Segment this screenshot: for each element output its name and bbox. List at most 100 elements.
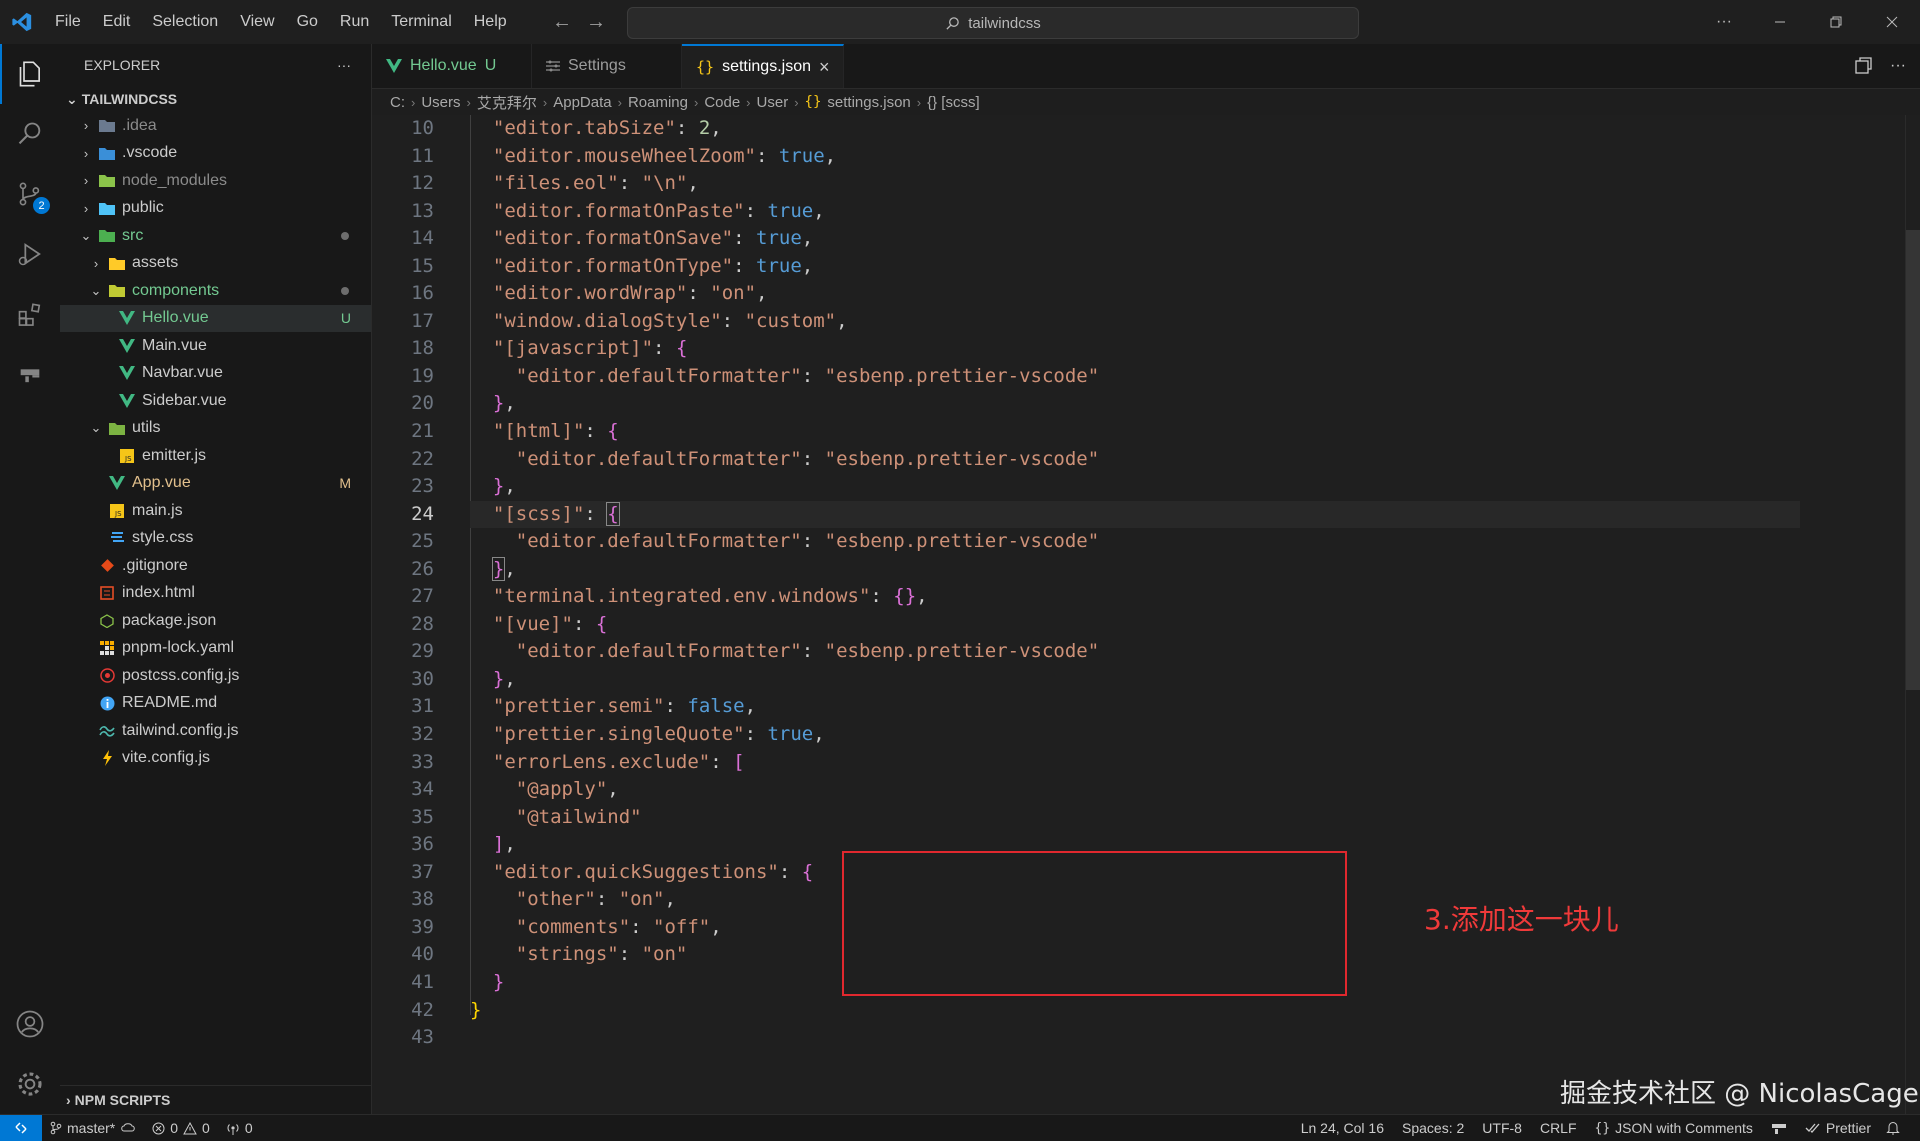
breadcrumb-item[interactable]: Code (704, 94, 740, 111)
tab-hello-vue[interactable]: Hello.vue U (372, 44, 532, 88)
encoding[interactable]: UTF-8 (1473, 1120, 1531, 1136)
forward-arrow-icon[interactable]: → (586, 11, 606, 34)
tree-item-assets[interactable]: › assets (60, 250, 371, 278)
tree-item-postcss-config[interactable]: postcss.config.js (60, 662, 371, 690)
tree-item-vscode[interactable]: › .vscode (60, 140, 371, 168)
source-control-icon[interactable]: 2 (0, 164, 60, 224)
code-line: }, (492, 475, 516, 498)
remote-explorer-icon[interactable] (0, 344, 60, 404)
menu-selection[interactable]: Selection (141, 0, 229, 44)
tree-item-label: assets (132, 254, 179, 272)
menu-file[interactable]: File (44, 0, 92, 44)
chevron-right-icon: › (746, 94, 751, 110)
tab-settings[interactable]: Settings (532, 44, 682, 88)
menu-run[interactable]: Run (329, 0, 380, 44)
prettier-status[interactable]: Prettier (1796, 1120, 1880, 1136)
back-arrow-icon[interactable]: ← (552, 11, 572, 34)
tree-item-app-vue[interactable]: App.vue M (60, 470, 371, 498)
close-tab-icon[interactable]: × (819, 57, 830, 78)
breadcrumb-item[interactable]: C: (390, 94, 405, 111)
tree-item-navbar-vue[interactable]: Navbar.vue (60, 360, 371, 388)
tree-item-gitignore[interactable]: .gitignore (60, 552, 371, 580)
extensions-icon[interactable] (0, 284, 60, 344)
menu-edit[interactable]: Edit (92, 0, 142, 44)
npm-scripts-section[interactable]: › NPM SCRIPTS (60, 1085, 377, 1114)
scrollbar-thumb[interactable] (1906, 230, 1920, 690)
tree-item-public[interactable]: › public (60, 195, 371, 223)
chevron-right-icon: › (66, 1092, 71, 1108)
open-changes-icon[interactable] (1854, 57, 1872, 75)
tree-item-label: Navbar.vue (142, 364, 223, 382)
breadcrumb-item[interactable]: {} [scss] (927, 94, 980, 111)
sync-icon[interactable] (120, 1122, 136, 1134)
tree-item-idea[interactable]: › .idea (60, 112, 371, 140)
tree-item-label: src (122, 226, 144, 244)
problems-indicator[interactable]: 0 0 (144, 1120, 218, 1136)
breadcrumb-item[interactable]: 艾克拜尔 (477, 92, 537, 113)
tree-item-sidebar-vue[interactable]: Sidebar.vue (60, 387, 371, 415)
tree-item-main-js[interactable]: JS main.js (60, 497, 371, 525)
tree-item-pnpm-lock[interactable]: pnpm-lock.yaml (60, 635, 371, 663)
more-tab-actions-icon[interactable]: ··· (1890, 57, 1906, 75)
chevron-right-icon: › (617, 94, 622, 110)
restore-icon[interactable] (1808, 0, 1864, 44)
more-actions-icon[interactable]: ··· (1696, 0, 1752, 44)
tree-item-components[interactable]: ⌄ components (60, 277, 371, 305)
menu-go[interactable]: Go (286, 0, 329, 44)
line-number: 21 (411, 420, 434, 443)
code-editor[interactable]: 10 11 12 13 14 15 16 17 18 19 20 21 22 2… (372, 115, 1920, 1114)
search-view-icon[interactable] (0, 104, 60, 164)
run-debug-icon[interactable] (0, 224, 60, 284)
ports-indicator[interactable]: 0 (218, 1120, 261, 1136)
npm-scripts-label: NPM SCRIPTS (74, 1092, 171, 1108)
breadcrumb-item[interactable]: Roaming (628, 94, 688, 111)
explorer-icon[interactable] (0, 44, 60, 104)
remote-indicator-icon[interactable] (0, 1115, 42, 1141)
menu-terminal[interactable]: Terminal (380, 0, 462, 44)
tree-item-package-json[interactable]: package.json (60, 607, 371, 635)
notifications-bell-icon[interactable] (1880, 1121, 1906, 1135)
breadcrumb-item[interactable]: User (757, 94, 789, 111)
breadcrumb-item[interactable]: AppData (553, 94, 611, 111)
code-line: "prettier.singleQuote": true, (492, 723, 825, 746)
tree-item-hello-vue[interactable]: Hello.vue U (60, 304, 371, 332)
line-number: 37 (411, 860, 434, 883)
line-number: 12 (411, 172, 434, 195)
tree-item-node-modules[interactable]: › node_modules (60, 167, 371, 195)
chevron-right-icon: › (693, 94, 699, 110)
vite-file-icon (98, 750, 116, 767)
tree-item-main-vue[interactable]: Main.vue (60, 332, 371, 360)
git-file-icon (98, 558, 116, 574)
minimize-icon[interactable] (1752, 0, 1808, 44)
vertical-scrollbar[interactable] (1905, 115, 1920, 1114)
command-center-search[interactable]: tailwindcss (627, 7, 1359, 39)
explorer-more-icon[interactable]: ··· (337, 57, 351, 73)
tree-item-tailwind-config[interactable]: tailwind.config.js (60, 717, 371, 745)
git-branch[interactable]: master* (42, 1120, 144, 1136)
close-window-icon[interactable] (1864, 0, 1920, 44)
tree-item-label: Sidebar.vue (142, 391, 227, 409)
menu-help[interactable]: Help (463, 0, 518, 44)
menu-view[interactable]: View (229, 0, 285, 44)
tree-item-emitter-js[interactable]: JS emitter.js (60, 442, 371, 470)
accounts-icon[interactable] (0, 994, 60, 1054)
language-mode[interactable]: {} JSON with Comments (1586, 1120, 1762, 1136)
tree-item-utils[interactable]: ⌄ utils (60, 415, 371, 443)
tree-item-style-css[interactable]: style.css (60, 525, 371, 553)
tree-item-src[interactable]: ⌄ src (60, 222, 371, 250)
tree-item-readme[interactable]: README.md (60, 690, 371, 718)
breadcrumb-item[interactable]: Users (421, 94, 460, 111)
activity-bar: 2 (0, 44, 61, 1114)
feedback-icon[interactable] (1762, 1122, 1796, 1134)
indentation[interactable]: Spaces: 2 (1393, 1120, 1473, 1136)
tree-item-label: .gitignore (122, 556, 188, 574)
tab-settings-json[interactable]: {} settings.json × (682, 44, 844, 88)
tree-item-index-html[interactable]: index.html (60, 580, 371, 608)
tree-item-vite-config[interactable]: vite.config.js (60, 745, 371, 773)
breadcrumb-item[interactable]: settings.json (827, 94, 910, 111)
line-ending[interactable]: CRLF (1531, 1120, 1586, 1136)
manage-gear-icon[interactable] (0, 1054, 60, 1114)
workspace-root[interactable]: ⌄ TAILWINDCSS (60, 86, 371, 112)
cursor-position[interactable]: Ln 24, Col 16 (1292, 1120, 1393, 1136)
watermark: 掘金技术社区 @ NicolasCage (1560, 1079, 1919, 1109)
